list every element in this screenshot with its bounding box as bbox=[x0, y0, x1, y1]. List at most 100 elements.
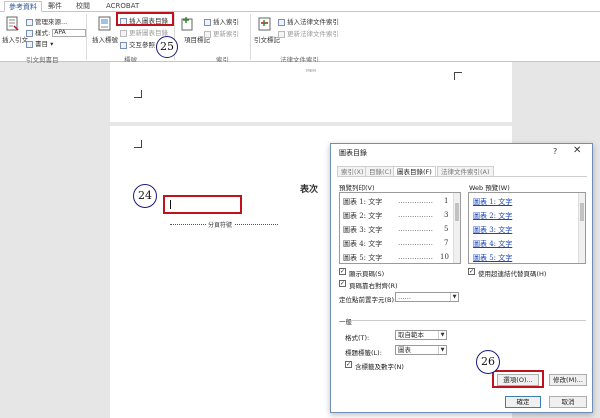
caption-label: 標題標籤(L): bbox=[345, 349, 382, 357]
mark-citation-button[interactable]: 引文標記 bbox=[254, 34, 280, 44]
tab-leader-select[interactable]: …… ▼ bbox=[395, 292, 459, 302]
tab-leader-label: 定位點前置字元(B): bbox=[339, 296, 397, 304]
mark-entry-icon bbox=[180, 16, 194, 32]
leader-dots: …………… bbox=[398, 225, 433, 233]
leader-dots: …………… bbox=[398, 197, 433, 205]
insert-index-button[interactable]: 插入索引 bbox=[204, 16, 239, 26]
tab-mailings[interactable]: 郵件 bbox=[44, 1, 66, 12]
style-select[interactable]: 樣式: APA bbox=[26, 27, 87, 37]
insert-caption-icon bbox=[98, 16, 112, 32]
preview-row-page: 5 bbox=[444, 225, 449, 233]
web-preview-link: 圖表 3: 文字 bbox=[473, 226, 513, 234]
margin-corner bbox=[134, 140, 142, 148]
web-preview-link: 圖表 4: 文字 bbox=[473, 240, 513, 248]
cancel-button[interactable]: 取消 bbox=[549, 396, 587, 408]
ribbon: 插入引文 管理來源... 樣式: APA 書目 ▾ 引文與書目 插入標號 插入圖… bbox=[0, 12, 600, 64]
right-align-checkbox[interactable]: ✓ bbox=[339, 280, 346, 287]
section-break-label: 分頁符號 bbox=[206, 220, 235, 229]
cross-reference-button[interactable]: 交互參照 bbox=[120, 39, 155, 49]
bibliography-button[interactable]: 書目 ▾ bbox=[26, 38, 53, 48]
text-cursor bbox=[170, 200, 171, 209]
update-table-icon bbox=[120, 29, 127, 37]
web-preview-link: 圖表 2: 文字 bbox=[473, 212, 513, 220]
scroll-thumb[interactable] bbox=[455, 203, 459, 221]
highlight-options-button bbox=[492, 370, 544, 388]
preview-row-text: 圖表 5: 文字 bbox=[343, 254, 383, 262]
insert-authorities-icon bbox=[278, 18, 285, 26]
step-26-marker: 26 bbox=[476, 350, 500, 374]
highlight-cursor-position bbox=[163, 195, 242, 214]
insert-index-icon bbox=[204, 18, 211, 26]
caption-label-select[interactable]: 圖表 ▼ bbox=[395, 345, 447, 355]
chevron-down-icon: ▼ bbox=[438, 331, 446, 339]
cross-reference-icon bbox=[120, 41, 127, 49]
highlight-insert-table-of-figures bbox=[116, 12, 174, 26]
include-label-checkbox[interactable]: ✓ bbox=[345, 361, 352, 368]
preview-row-text: 圖表 1: 文字 bbox=[343, 198, 383, 206]
table-list-heading: 表次 bbox=[300, 185, 319, 195]
preview-row-page: 3 bbox=[444, 211, 449, 219]
document-page-previous: ᴍᴇᴍ bbox=[110, 62, 512, 122]
preview-row-page: 7 bbox=[444, 239, 449, 247]
tab-review[interactable]: 校閱 bbox=[72, 1, 94, 12]
modify-button[interactable]: 修改(M)... bbox=[549, 374, 587, 386]
ok-button[interactable]: 確定 bbox=[505, 396, 541, 408]
include-label-label: 含標籤及數字(N) bbox=[355, 363, 404, 371]
separator bbox=[86, 14, 87, 60]
bibliography-icon bbox=[26, 40, 33, 48]
update-index-button[interactable]: 更新索引 bbox=[204, 28, 239, 38]
show-page-numbers-label: 顯示頁碼(S) bbox=[349, 270, 385, 278]
close-icon[interactable]: ✕ bbox=[573, 145, 581, 156]
step-25-marker: 25 bbox=[156, 36, 178, 58]
chevron-down-icon: ▼ bbox=[438, 346, 446, 354]
ribbon-tabs: 參考資料 郵件 校閱 ACROBAT bbox=[0, 0, 600, 12]
formats-label: 格式(T): bbox=[345, 334, 370, 342]
general-section-label: 一般 bbox=[339, 318, 352, 326]
web-preview-link: 圖表 5: 文字 bbox=[473, 254, 513, 262]
table-of-figures-dialog: 圖表目錄 ? ✕ 索引(X) 目錄(C) 圖表目錄(F) 法律文件索引(A) 預… bbox=[330, 143, 593, 413]
preview-row-page: 1 bbox=[444, 197, 449, 205]
manage-sources-icon bbox=[26, 18, 33, 26]
leader-dots: …………… bbox=[398, 239, 433, 247]
mark-citation-icon bbox=[258, 16, 272, 32]
preview-row-page: 10 bbox=[440, 253, 449, 261]
print-preview-box[interactable]: 圖表 1: 文字 …………… 1 圖表 2: 文字 …………… 3 圖表 3: … bbox=[339, 192, 461, 264]
help-button[interactable]: ? bbox=[553, 147, 557, 156]
insert-caption-button[interactable]: 插入標號 bbox=[92, 34, 118, 44]
web-preview-box[interactable]: 圖表 1: 文字 圖表 2: 文字 圖表 3: 文字 圖表 4: 文字 圖表 5… bbox=[468, 192, 586, 264]
preview-scrollbar[interactable] bbox=[453, 193, 460, 263]
use-hyperlinks-label: 使用超連結代替頁碼(H) bbox=[478, 270, 547, 278]
scroll-thumb[interactable] bbox=[580, 203, 584, 221]
update-authorities-button[interactable]: 更新法律文件索引 bbox=[278, 28, 339, 38]
insert-citation-button[interactable]: 插入引文 bbox=[2, 34, 28, 44]
tab-acrobat[interactable]: ACROBAT bbox=[102, 1, 143, 12]
update-index-icon bbox=[204, 30, 211, 38]
leader-dots: …………… bbox=[398, 211, 433, 219]
preview-scrollbar[interactable] bbox=[578, 193, 585, 263]
insert-table-of-authorities-button[interactable]: 插入法律文件索引 bbox=[278, 16, 339, 26]
citations-group-label: 引文與書目 bbox=[26, 56, 59, 64]
manage-sources-button[interactable]: 管理來源... bbox=[26, 16, 67, 26]
update-table-button[interactable]: 更新圖表目錄 bbox=[120, 27, 168, 37]
chevron-down-icon: ▼ bbox=[450, 293, 458, 301]
step-24-marker: 24 bbox=[133, 184, 157, 208]
use-hyperlinks-checkbox[interactable]: ✓ bbox=[468, 268, 475, 275]
style-icon bbox=[26, 29, 33, 37]
margin-corner bbox=[454, 72, 462, 80]
tab-references[interactable]: 參考資料 bbox=[4, 1, 42, 12]
margin-corner bbox=[134, 90, 142, 98]
preview-row-text: 圖表 4: 文字 bbox=[343, 240, 383, 248]
preview-row-text: 圖表 3: 文字 bbox=[343, 226, 383, 234]
tab-divider bbox=[337, 176, 587, 177]
web-preview-label: Web 預覽(W) bbox=[469, 184, 510, 192]
web-preview-link: 圖表 1: 文字 bbox=[473, 198, 513, 206]
update-authorities-icon bbox=[278, 30, 285, 38]
right-align-label: 頁碼靠右對齊(R) bbox=[349, 282, 398, 290]
formats-select[interactable]: 取自範本 ▼ bbox=[395, 330, 447, 340]
preview-row-text: 圖表 2: 文字 bbox=[343, 212, 383, 220]
dialog-title: 圖表目錄 bbox=[339, 149, 367, 157]
show-page-numbers-checkbox[interactable]: ✓ bbox=[339, 268, 346, 275]
general-divider bbox=[351, 320, 586, 321]
separator bbox=[250, 14, 251, 60]
print-preview-label: 預覽列印(V) bbox=[339, 184, 375, 192]
